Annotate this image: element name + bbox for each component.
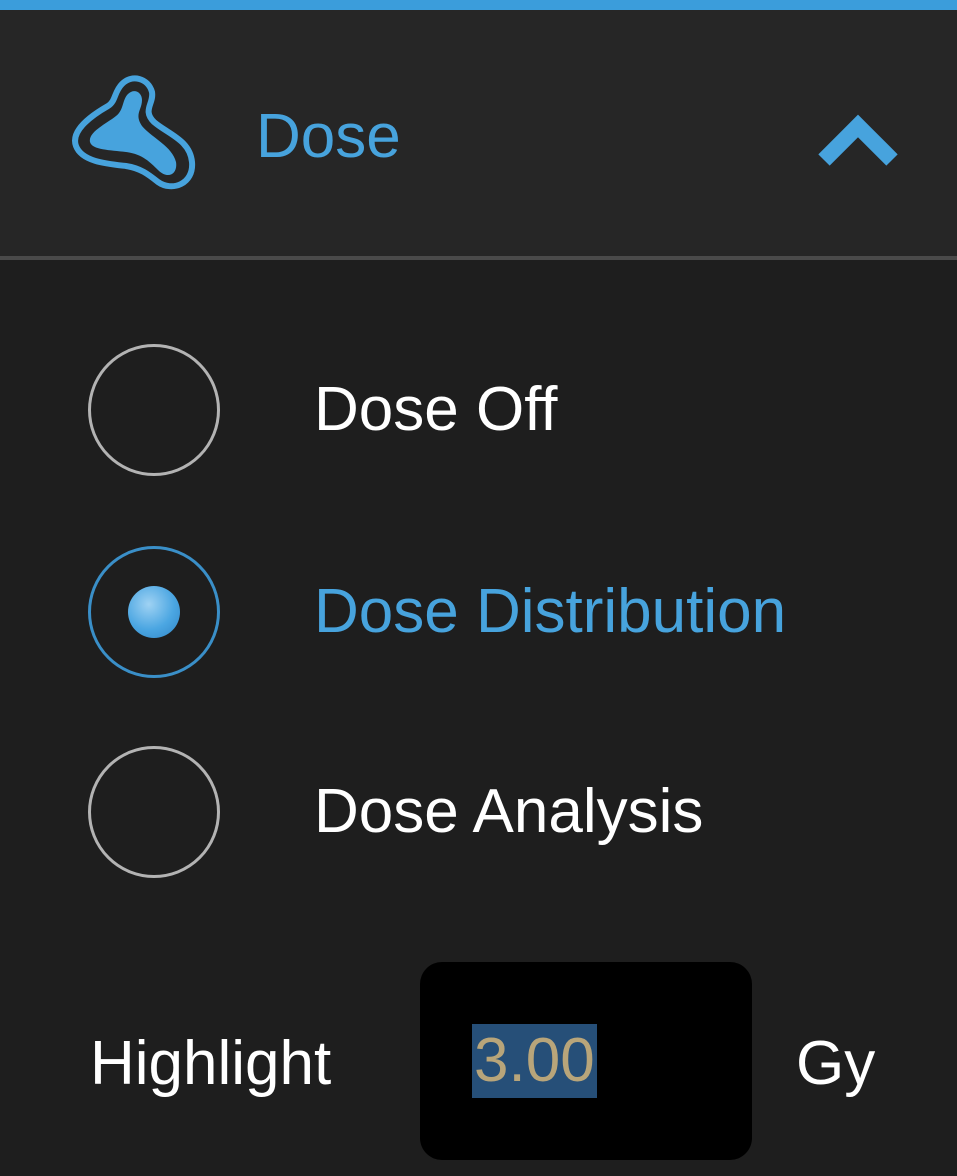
section-title: Dose	[256, 102, 401, 171]
radio-button-dose-analysis[interactable]	[88, 746, 220, 878]
radio-option-dose-off[interactable]: Dose Off	[88, 344, 908, 480]
radio-option-dose-distribution[interactable]: Dose Distribution	[88, 546, 908, 682]
radio-button-dose-off[interactable]	[88, 344, 220, 476]
highlight-value-text: 3.00	[472, 1024, 597, 1098]
highlight-unit-label: Gy	[796, 1029, 876, 1098]
highlight-row: Highlight 3.00 Gy	[0, 960, 957, 1160]
dose-panel: Dose Dose Off Dose Distribution Dose Ana…	[0, 0, 957, 1176]
accent-bar	[0, 0, 957, 10]
radio-label-dose-distribution: Dose Distribution	[314, 577, 787, 646]
radio-selected-dot	[128, 586, 180, 638]
radio-option-dose-analysis[interactable]: Dose Analysis	[88, 746, 908, 882]
radio-label-dose-off: Dose Off	[314, 375, 558, 444]
radio-label-dose-analysis: Dose Analysis	[314, 777, 704, 846]
radio-button-dose-distribution[interactable]	[88, 546, 220, 678]
highlight-value-input[interactable]: 3.00	[420, 962, 752, 1160]
chevron-up-icon[interactable]	[816, 110, 900, 172]
dose-section-header[interactable]: Dose	[0, 10, 957, 260]
dose-blob-icon	[72, 75, 196, 190]
highlight-label: Highlight	[90, 1029, 332, 1098]
